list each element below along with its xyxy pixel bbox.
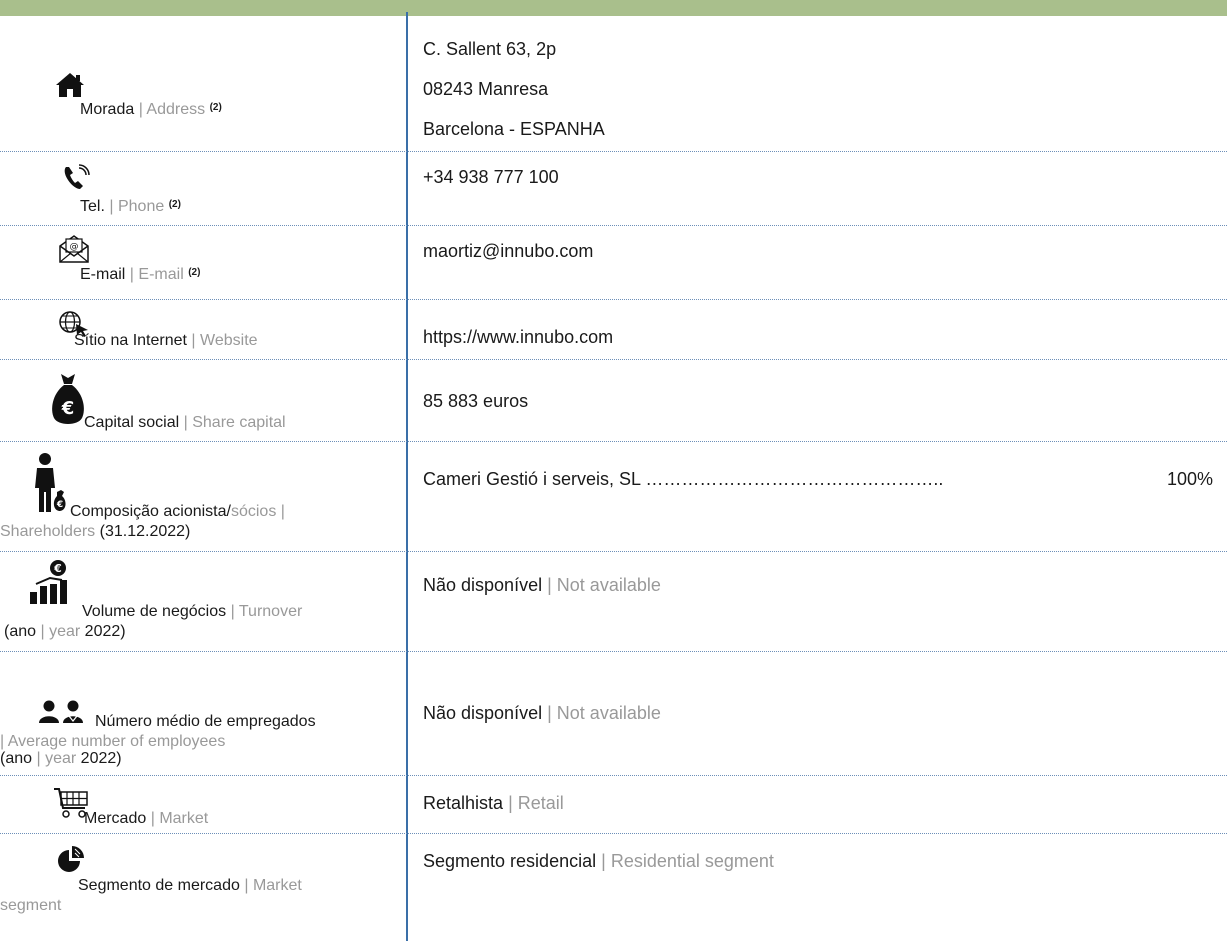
- capital-label: Capital social | Share capital: [84, 414, 286, 431]
- segment-row: Segmento de mercado | Market segment Seg…: [0, 834, 1227, 941]
- header-bar: [0, 0, 1227, 16]
- turnover-value: Não disponível | Not available: [423, 575, 661, 595]
- address-line: 08243 Manresa: [423, 79, 549, 99]
- address-value: C. Sallent 63, 2p 08243 Manresa Barcelon…: [423, 38, 605, 158]
- phone-row: Tel. | Phone (2) +34 938 777 100: [0, 152, 1227, 226]
- people-icon: [39, 700, 83, 723]
- svg-text:@: @: [70, 242, 79, 252]
- shareholders-row: € Composição acionista/sócios | Sharehol…: [0, 442, 1227, 552]
- segment-value: Segmento residencial | Residential segme…: [423, 851, 774, 871]
- turnover-label: Volume de negócios | Turnover: [82, 603, 303, 620]
- email-icon: @: [59, 235, 89, 263]
- email-value[interactable]: maortiz@innubo.com: [423, 240, 593, 262]
- phone-value: +34 938 777 100: [423, 167, 559, 187]
- email-row: @ E-mail | E-mail (2) maortiz@innubo.com: [0, 226, 1227, 300]
- market-value: Retalhista | Retail: [423, 793, 564, 813]
- pie-chart-icon: [58, 846, 84, 872]
- shareholder-percent: 100%: [1166, 469, 1213, 489]
- address-row: Morada | Address (2) C. Sallent 63, 2p 0…: [0, 16, 1227, 152]
- website-value[interactable]: https://www.innubo.com: [423, 326, 613, 348]
- capital-row: € Capital social | Share capital 85 883 …: [0, 360, 1227, 442]
- turnover-year: (ano | year 2022): [4, 623, 126, 640]
- email-label: E-mail | E-mail (2): [80, 266, 201, 283]
- address-line: C. Sallent 63, 2p: [423, 39, 557, 59]
- shareholders-label: Composição acionista/sócios |: [70, 503, 285, 520]
- website-row: Sítio na Internet | Website https://www.…: [0, 300, 1227, 360]
- segment-label: Segmento de mercado | Market: [78, 877, 302, 894]
- turnover-row: € Volume de negócios | Turnover (ano | y…: [0, 552, 1227, 652]
- euro-bar-chart-icon: €: [30, 560, 67, 604]
- svg-text:€: €: [61, 398, 75, 419]
- website-label: Sítio na Internet | Website: [74, 332, 258, 349]
- employees-row: Número médio de empregados | Average num…: [0, 652, 1227, 776]
- address-label: Morada | Address (2): [80, 101, 222, 118]
- phone-label: Tel. | Phone (2): [80, 198, 181, 215]
- market-row: Mercado | Market Retalhista | Retail: [0, 776, 1227, 834]
- employees-year: (ano | year 2022): [0, 750, 122, 767]
- employees-label: Número médio de empregados: [95, 713, 316, 730]
- segment-label-en: segment: [0, 897, 62, 914]
- person-money-bag-icon: €: [35, 453, 66, 512]
- leader-dots: …………………………………………..: [645, 469, 944, 489]
- money-bag-euro-icon: €: [52, 374, 84, 424]
- svg-text:€: €: [53, 562, 62, 575]
- market-label: Mercado | Market: [84, 810, 209, 827]
- employees-value: Não disponível | Not available: [423, 703, 661, 723]
- svg-text:€: €: [56, 500, 63, 510]
- shareholder-name: Cameri Gestió i serveis, SL: [423, 469, 641, 489]
- phone-icon: [64, 164, 90, 189]
- capital-value: 85 883 euros: [423, 391, 529, 411]
- home-icon: [56, 73, 84, 97]
- shareholder-entry: Cameri Gestió i serveis, SL …………………………………: [423, 468, 1213, 490]
- shareholders-label-en: Shareholders (31.12.2022): [0, 523, 191, 540]
